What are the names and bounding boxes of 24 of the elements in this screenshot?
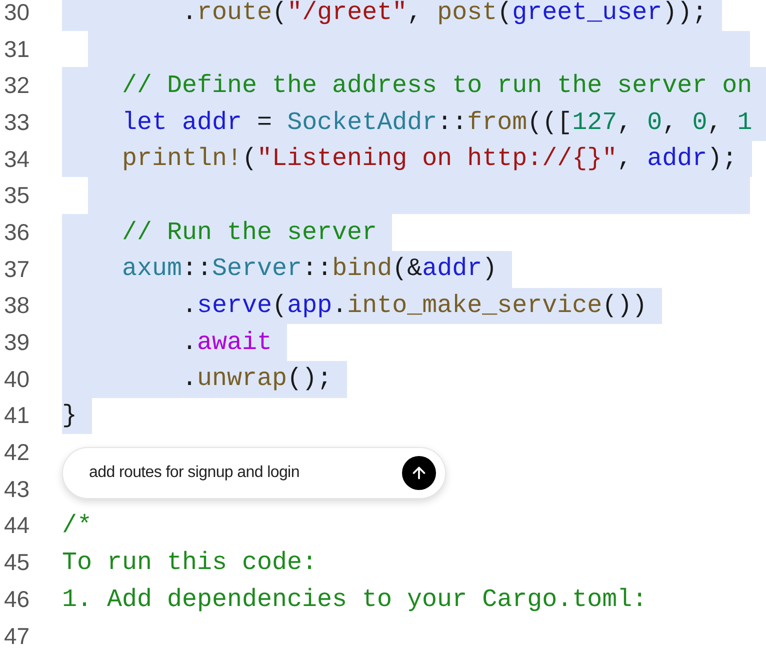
line-number: 30 [3, 0, 31, 24]
line-number: 44 [3, 514, 31, 538]
prompt-field[interactable]: add routes for signup and login [62, 447, 446, 499]
line-number: 46 [3, 588, 31, 611]
line-number: 33 [3, 110, 31, 134]
line-number: 37 [3, 258, 31, 281]
line-number: 47 [3, 624, 31, 648]
prompt-input[interactable]: add routes for signup and login [89, 461, 402, 485]
line-number: 32 [3, 74, 31, 98]
code-line: To run this code: [62, 546, 318, 579]
line-number: 31 [3, 38, 31, 61]
line-number: 34 [3, 148, 31, 171]
code-line: /* [62, 510, 94, 542]
line-number: 45 [3, 551, 31, 574]
line-number: 38 [3, 294, 31, 318]
line-number: 42 [3, 441, 31, 464]
send-button[interactable] [402, 456, 436, 490]
line-number: 36 [3, 220, 31, 244]
code-line: 1. Add dependencies to your Cargo.toml: [62, 584, 648, 616]
line-number: 41 [3, 404, 31, 428]
line-number: 35 [3, 184, 31, 208]
line-number: 43 [3, 478, 31, 501]
line-number: 40 [3, 368, 31, 391]
line-number: 39 [3, 331, 31, 354]
